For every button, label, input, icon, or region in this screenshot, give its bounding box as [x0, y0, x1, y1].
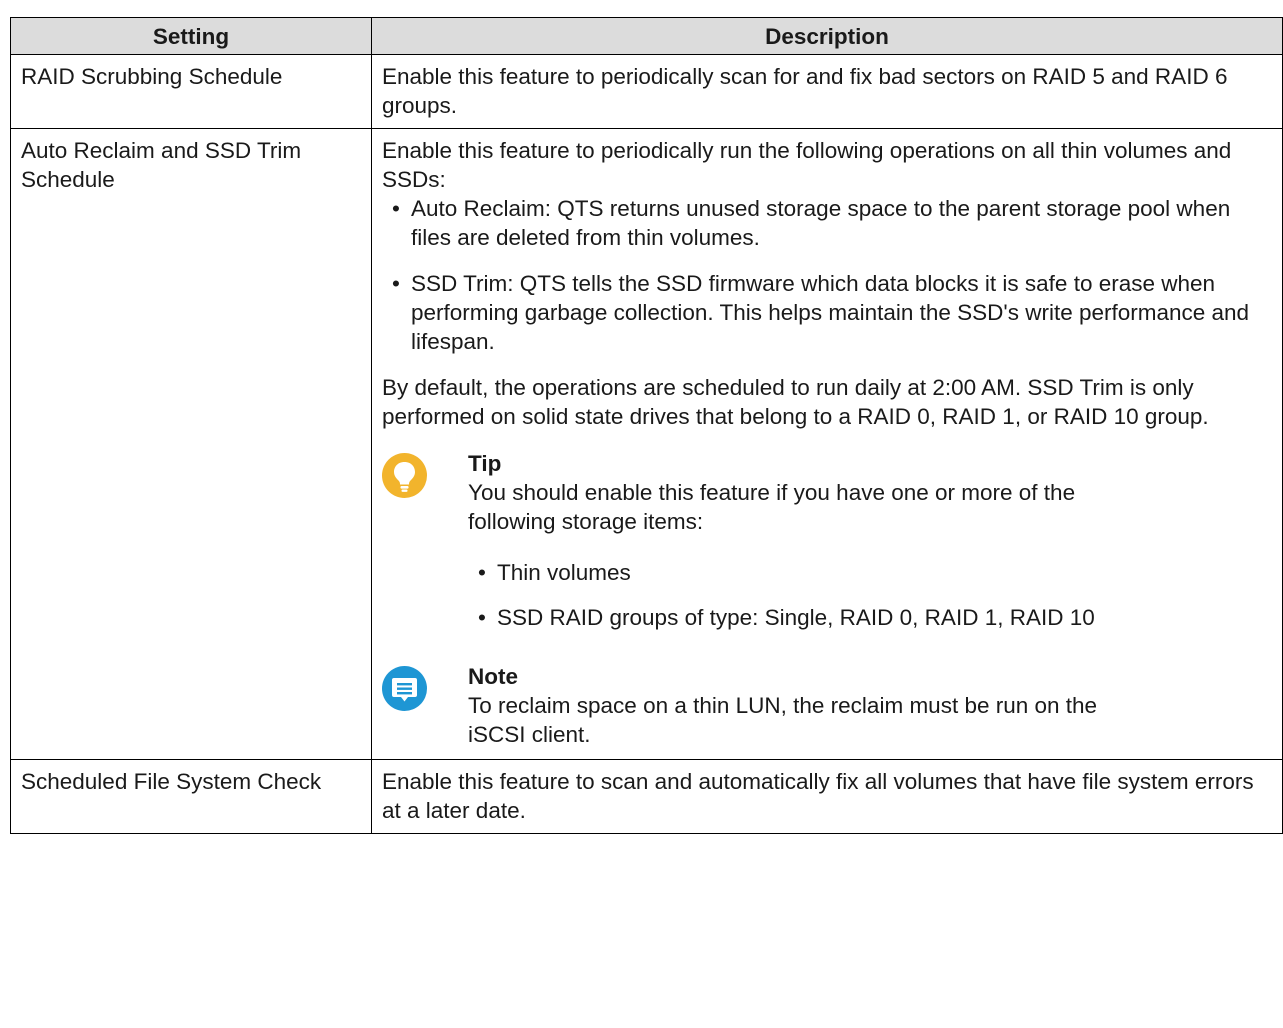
setting-description: Enable this feature to periodically scan…	[371, 54, 1283, 129]
list-item: Thin volumes	[468, 558, 1272, 587]
table-row: Auto Reclaim and SSD Trim Schedule Enabl…	[10, 128, 1283, 760]
tip-text: You should enable this feature if you ha…	[468, 480, 1076, 534]
note-callout: Note To reclaim space on a thin LUN, the…	[382, 662, 1272, 749]
tip-title: Tip	[468, 451, 502, 476]
note-body: Note To reclaim space on a thin LUN, the…	[468, 662, 1272, 749]
lightbulb-icon	[382, 453, 427, 498]
description-intro: Enable this feature to periodically run …	[382, 138, 1232, 192]
table-row: RAID Scrubbing Schedule Enable this feat…	[10, 54, 1283, 129]
note-text: To reclaim space on a thin LUN, the recl…	[468, 693, 1098, 747]
list-item: SSD Trim: QTS tells the SSD firmware whi…	[382, 269, 1272, 356]
setting-description: Enable this feature to periodically run …	[371, 128, 1283, 760]
default-schedule-text: By default, the operations are scheduled…	[382, 375, 1209, 429]
setting-name: RAID Scrubbing Schedule	[10, 54, 372, 129]
setting-description: Enable this feature to scan and automati…	[371, 759, 1283, 834]
list-item: Auto Reclaim: QTS returns unused storage…	[382, 194, 1272, 252]
operations-list: Auto Reclaim: QTS returns unused storage…	[382, 194, 1272, 356]
note-title: Note	[468, 664, 518, 689]
description-text: Enable this feature to periodically scan…	[382, 64, 1228, 118]
description-text: Enable this feature to scan and automati…	[382, 769, 1254, 823]
tip-callout: Tip You should enable this feature if yo…	[382, 449, 1272, 648]
table-row: Scheduled File System Check Enable this …	[10, 759, 1283, 834]
column-header-setting: Setting	[10, 17, 372, 55]
column-header-description: Description	[371, 17, 1283, 55]
note-icon	[382, 666, 427, 711]
tip-body: Tip You should enable this feature if yo…	[468, 449, 1272, 648]
table-header-row: Setting Description	[10, 17, 1283, 55]
list-item: SSD RAID groups of type: Single, RAID 0,…	[468, 603, 1117, 632]
setting-name: Auto Reclaim and SSD Trim Schedule	[10, 128, 372, 760]
setting-name: Scheduled File System Check	[10, 759, 372, 834]
settings-table: Setting Description RAID Scrubbing Sched…	[10, 17, 1283, 834]
tip-list: Thin volumes SSD RAID groups of type: Si…	[468, 558, 1272, 632]
